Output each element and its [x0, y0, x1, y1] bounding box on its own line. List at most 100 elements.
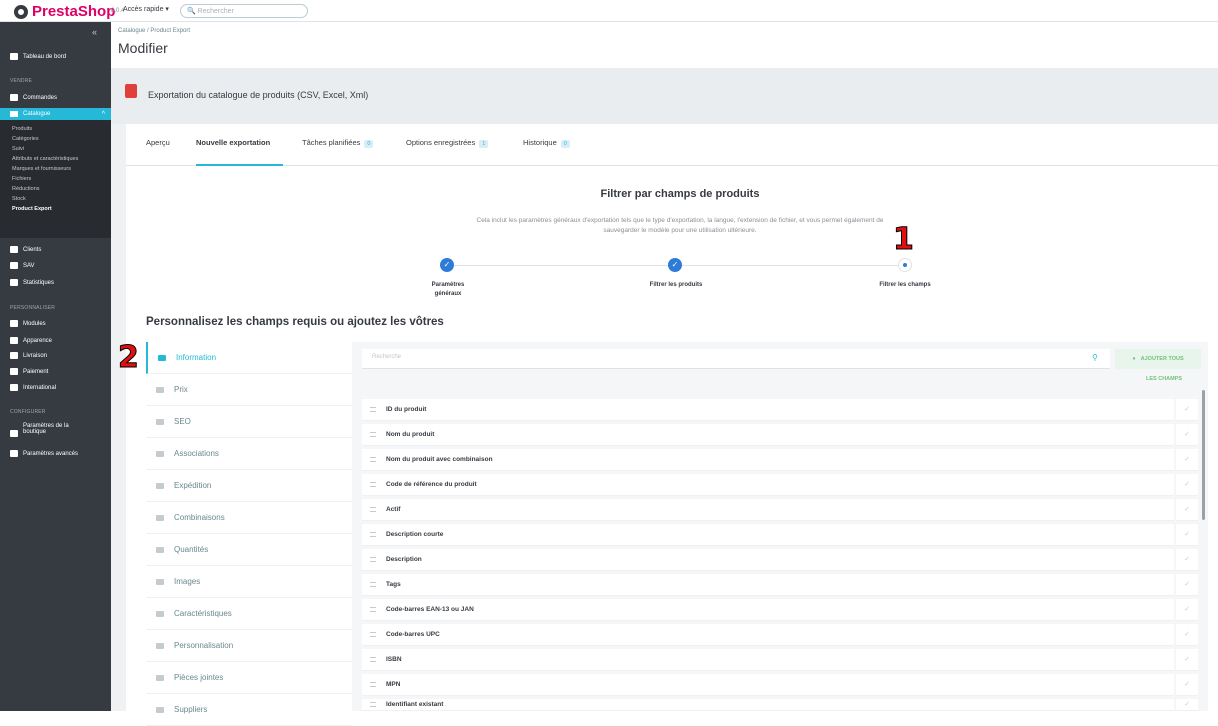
drag-handle-icon[interactable] [370, 582, 376, 587]
field-row[interactable]: Code de référence du produit [362, 474, 1174, 496]
tab-overview[interactable]: Aperçu [146, 138, 170, 147]
quick-access-menu[interactable]: Accès rapide ▾ [123, 5, 169, 13]
drag-handle-icon[interactable] [370, 657, 376, 662]
field-check-icon[interactable]: ✓ [1176, 424, 1198, 446]
sidebar-sub-files[interactable]: Fichiers [12, 176, 31, 182]
page-title: Modifier [118, 40, 168, 56]
field-row[interactable]: ISBN [362, 649, 1174, 671]
tab-scheduled-tasks[interactable]: Tâches planifiées 0 [302, 138, 374, 148]
add-all-fields-button[interactable]: ● AJOUTER TOUS [1115, 349, 1201, 369]
fields-scrollbar[interactable] [1202, 390, 1205, 520]
drag-handle-icon[interactable] [370, 407, 376, 412]
field-check-icon[interactable]: ✓ [1176, 649, 1198, 671]
sidebar-sub-attributes[interactable]: Attributs et caractéristiques [12, 156, 78, 162]
header-search-input[interactable]: 🔍 Rechercher [180, 4, 308, 18]
sidebar-sub-categories[interactable]: Catégories [12, 136, 39, 142]
collapse-sidebar-icon[interactable]: « [92, 27, 97, 37]
field-row[interactable]: Description [362, 549, 1174, 571]
drag-handle-icon[interactable] [370, 507, 376, 512]
tab-history[interactable]: Historique 0 [523, 138, 570, 148]
breadcrumb[interactable]: Catalogue / Product Export [118, 28, 190, 34]
field-row[interactable]: Tags [362, 574, 1174, 596]
field-row[interactable]: Code-barres UPC [362, 624, 1174, 646]
field-row[interactable]: ID du produit [362, 399, 1174, 421]
step-2-check-icon[interactable]: ✓ [668, 258, 682, 272]
category-associations[interactable]: Associations [146, 438, 352, 470]
drag-handle-icon[interactable] [370, 632, 376, 637]
category-customization[interactable]: Personnalisation [146, 630, 352, 662]
sidebar-sub-stock[interactable]: Stock [12, 196, 26, 202]
field-check-icon[interactable]: ✓ [1176, 549, 1198, 571]
field-check-icon[interactable]: ✓ [1176, 474, 1198, 496]
field-check-icon[interactable]: ✓ [1176, 524, 1198, 546]
category-information[interactable]: Information [146, 342, 352, 374]
sidebar-item-label: International [23, 384, 57, 391]
drag-handle-icon[interactable] [370, 482, 376, 487]
sidebar-item-orders[interactable]: Commandes [0, 91, 111, 104]
sidebar-sub-tracking[interactable]: Suivi [12, 146, 24, 152]
category-shipping[interactable]: Expédition [146, 470, 352, 502]
category-seo[interactable]: SEO [146, 406, 352, 438]
sidebar-item-sav[interactable]: SAV [0, 259, 111, 272]
category-features[interactable]: Caractéristiques [146, 598, 352, 630]
field-row[interactable]: Identifiant existant [362, 699, 1174, 711]
sidebar-item-modules[interactable]: Modules [0, 317, 111, 330]
tab-new-export[interactable]: Nouvelle exportation [196, 138, 270, 147]
sidebar-item-stats[interactable]: Statistiques [0, 276, 111, 289]
field-check-icon[interactable]: ✓ [1176, 599, 1198, 621]
field-check-icon[interactable]: ✓ [1176, 499, 1198, 521]
field-check-icon[interactable]: ✓ [1176, 674, 1198, 696]
drag-handle-icon[interactable] [370, 457, 376, 462]
sidebar-item-shipping[interactable]: Livraison [0, 349, 111, 362]
tab-label: Historique [523, 138, 557, 147]
field-row[interactable]: Description courte [362, 524, 1174, 546]
drag-handle-icon[interactable] [370, 607, 376, 612]
category-quantities[interactable]: Quantités [146, 534, 352, 566]
field-row[interactable]: MPN [362, 674, 1174, 696]
sidebar-sub-products[interactable]: Produits [12, 126, 32, 132]
field-row[interactable]: Nom du produit [362, 424, 1174, 446]
drag-handle-icon[interactable] [370, 432, 376, 437]
field-check-icon[interactable]: ✓ [1176, 699, 1198, 711]
drag-handle-icon[interactable] [370, 682, 376, 687]
prestashop-logo[interactable]: PrestaShop [14, 3, 115, 20]
sidebar-item-appearance[interactable]: Apparence [0, 334, 111, 347]
drag-handle-icon[interactable] [370, 557, 376, 562]
drag-handle-icon[interactable] [370, 532, 376, 537]
category-attachments[interactable]: Pièces jointes [146, 662, 352, 694]
sidebar-item-advanced-params[interactable]: Paramètres avancés [0, 447, 111, 460]
step-1-check-icon[interactable]: ✓ [440, 258, 454, 272]
sidebar-sub-discounts[interactable]: Réductions [12, 186, 40, 192]
sidebar-section-customize: PERSONNALISER [10, 305, 56, 311]
field-row[interactable]: Code-barres EAN-13 ou JAN [362, 599, 1174, 621]
category-price[interactable]: Prix [146, 374, 352, 406]
field-row[interactable]: Nom du produit avec combinaison [362, 449, 1174, 471]
folder-icon [156, 450, 164, 457]
sidebar-item-label: Paramètres de la boutique [23, 423, 69, 435]
tab-saved-options[interactable]: Options enregistrées 1 [406, 138, 489, 148]
field-search-input[interactable]: Recherche [362, 349, 1110, 369]
field-check-icon[interactable]: ✓ [1176, 574, 1198, 596]
sidebar-item-international[interactable]: International [0, 381, 111, 394]
sidebar-item-payment[interactable]: Paiement [0, 365, 111, 378]
category-images[interactable]: Images [146, 566, 352, 598]
sidebar-item-label: Paramètres avancés [23, 450, 79, 457]
field-check-icon[interactable]: ✓ [1176, 624, 1198, 646]
sidebar-item-shop-params[interactable]: Paramètres de la boutique [0, 423, 111, 443]
category-suppliers[interactable]: Suppliers [146, 694, 352, 726]
sidebar-item-catalog[interactable]: Catalogue ^ [0, 108, 111, 120]
sidebar-item-clients[interactable]: Clients [0, 243, 111, 256]
field-label: Actif [386, 506, 401, 513]
sidebar-sub-brands[interactable]: Marques et fournisseurs [12, 166, 71, 172]
field-check-icon[interactable]: ✓ [1176, 449, 1198, 471]
tab-label: Aperçu [146, 138, 170, 147]
search-icon[interactable]: ⚲ [1092, 353, 1098, 362]
sidebar-item-dashboard[interactable]: Tableau de bord [0, 50, 111, 63]
field-check-icon[interactable]: ✓ [1176, 399, 1198, 421]
drag-handle-icon[interactable] [370, 702, 376, 707]
step-3-current-icon[interactable] [898, 258, 912, 272]
category-combinations[interactable]: Combinaisons [146, 502, 352, 534]
add-all-fields-label-2[interactable]: LES CHAMPS [1146, 376, 1182, 382]
sidebar-sub-product-export[interactable]: Product Export [12, 206, 52, 212]
field-row[interactable]: Actif [362, 499, 1174, 521]
